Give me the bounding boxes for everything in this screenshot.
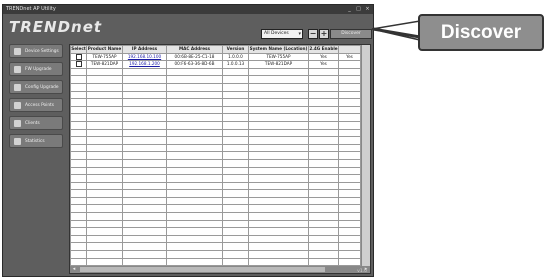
discover-callout: Discover — [418, 14, 544, 51]
